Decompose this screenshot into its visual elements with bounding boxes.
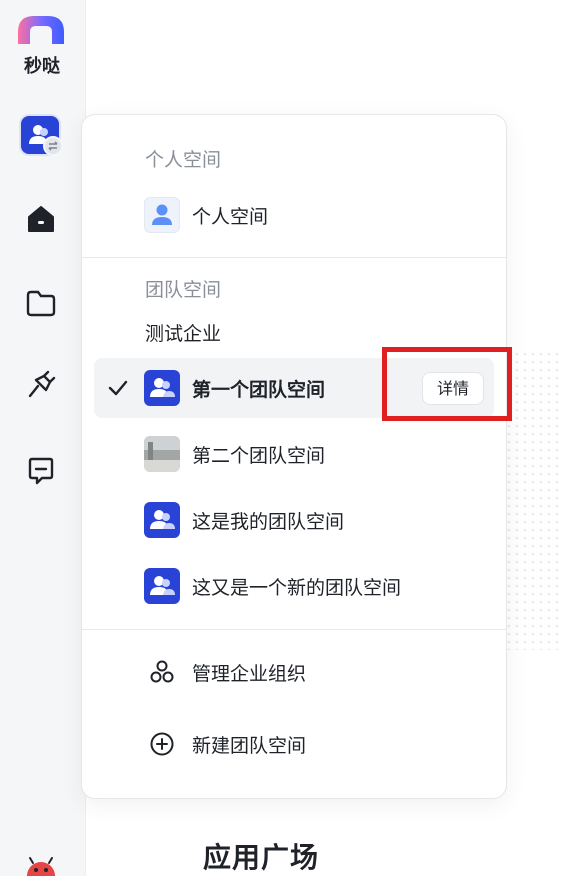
new-team-item[interactable]: 新建团队空间	[94, 714, 494, 774]
mascot-icon	[24, 856, 58, 876]
divider	[82, 629, 506, 630]
team-section-title: 团队空间	[145, 279, 222, 301]
team-space-item[interactable]: 这是我的团队空间	[94, 490, 494, 550]
personal-space-label: 个人空间	[192, 206, 269, 228]
org-name: 测试企业	[145, 323, 222, 345]
team-space-item[interactable]: 第二个团队空间	[94, 424, 494, 484]
swap-icon	[43, 136, 63, 156]
team-avatar-icon	[144, 370, 180, 406]
logo[interactable]	[16, 14, 66, 50]
background-dots	[505, 350, 564, 650]
org-icon	[150, 660, 174, 683]
new-team-label: 新建团队空间	[192, 735, 307, 757]
sidebar: 秒哒	[0, 0, 86, 876]
app-name: 秒哒	[24, 56, 60, 77]
team-avatar-icon	[144, 568, 180, 604]
manage-org-item[interactable]: 管理企业组织	[94, 642, 494, 702]
team-space-label: 第一个团队空间	[192, 379, 326, 401]
divider	[82, 257, 506, 258]
team-space-label: 这又是一个新的团队空间	[192, 577, 402, 599]
space-switcher[interactable]	[21, 116, 63, 156]
check-icon	[108, 380, 128, 396]
personal-space-item[interactable]: 个人空间	[94, 185, 494, 245]
plugin-icon[interactable]	[24, 368, 58, 402]
personal-avatar-icon	[144, 197, 180, 233]
add-circle-icon	[150, 732, 174, 756]
home-icon[interactable]	[24, 202, 58, 236]
logo-icon	[18, 16, 64, 44]
personal-section-title: 个人空间	[145, 149, 222, 171]
folder-icon[interactable]	[24, 286, 58, 320]
chat-icon[interactable]	[24, 454, 58, 488]
photo-avatar	[144, 436, 180, 472]
manage-org-label: 管理企业组织	[192, 663, 307, 685]
space-dropdown: 个人空间 个人空间 团队空间 测试企业 第一个团队空间 详情 第二个团队空间 这…	[81, 114, 512, 799]
highlight-box	[382, 347, 512, 421]
team-space-item[interactable]: 这又是一个新的团队空间	[94, 556, 494, 616]
team-space-label: 第二个团队空间	[192, 445, 326, 467]
team-avatar-icon	[144, 502, 180, 538]
team-space-label: 这是我的团队空间	[192, 511, 345, 533]
page-title: 应用广场	[203, 841, 320, 874]
